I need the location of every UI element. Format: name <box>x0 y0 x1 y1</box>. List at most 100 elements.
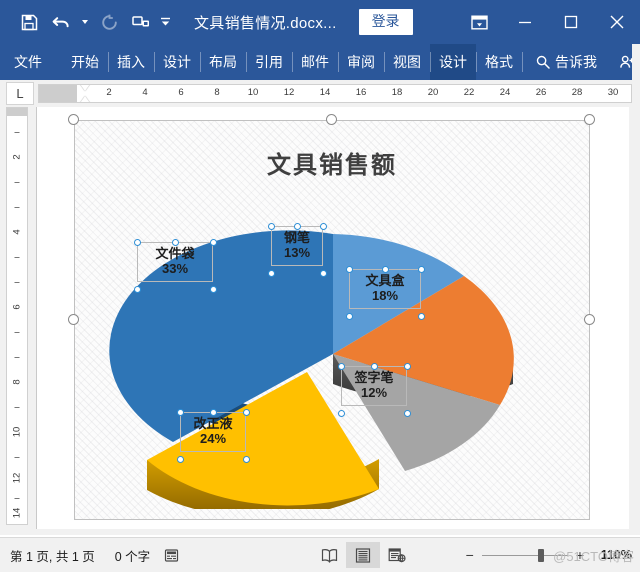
data-label-qianzibi[interactable]: 签字笔 12% <box>341 366 407 406</box>
ruler-tick: 18 <box>391 87 403 98</box>
tab-stop-selector[interactable]: L <box>6 82 34 105</box>
data-label-name: 签字笔 <box>354 370 394 385</box>
ruler-tick: 4 <box>142 87 148 98</box>
ribbon-right-edge <box>632 44 640 80</box>
data-label-value: 24% <box>199 431 227 447</box>
tab-chart-design[interactable]: 设计 <box>430 44 476 80</box>
ruler-tick: 28 <box>571 87 583 98</box>
title-bar: 文具销售情况.docx... 登录 <box>0 0 640 44</box>
close-icon[interactable] <box>594 0 640 44</box>
zoom-slider[interactable] <box>481 548 568 562</box>
touch-mouse-mode-icon[interactable] <box>126 7 156 37</box>
tab-view[interactable]: 视图 <box>384 44 430 80</box>
tab-format[interactable]: 格式 <box>476 44 522 80</box>
proofing-errors-icon[interactable] <box>164 548 179 563</box>
resize-handle-top-right[interactable] <box>584 114 595 125</box>
document-page[interactable]: 文具销售额 文件袋 33% 钢笔 13% 文具盒 18% 签字笔 12% 改正液… <box>36 107 629 529</box>
ruler-tick: 16 <box>355 87 367 98</box>
data-label-gangbi[interactable]: 钢笔 13% <box>271 226 323 266</box>
ruler-tick: 2 <box>106 87 112 98</box>
ruler-tick: 30 <box>607 87 619 98</box>
sign-in-button[interactable]: 登录 <box>358 9 413 35</box>
resize-handle-top-left[interactable] <box>68 114 79 125</box>
zoom-controls: − + 110% <box>464 538 632 572</box>
ruler-tick: 12 <box>283 87 295 98</box>
print-layout-icon[interactable] <box>346 542 380 568</box>
zoom-slider-thumb[interactable] <box>537 548 544 562</box>
web-layout-icon[interactable] <box>380 542 414 568</box>
ruler-tick: 14 <box>319 87 331 98</box>
resize-handle-middle-right[interactable] <box>584 314 595 325</box>
ruler-tick: 26 <box>535 87 547 98</box>
tab-home[interactable]: 开始 <box>62 44 108 80</box>
zoom-level[interactable]: 110% <box>592 548 632 562</box>
data-label-value: 13% <box>283 245 311 261</box>
vruler-tick: 8 <box>11 379 23 385</box>
first-line-indent-marker[interactable] <box>80 85 90 91</box>
vruler-tick: 2 <box>11 154 23 160</box>
status-bar: 第 1 页, 共 1 页 0 个字 − + 110% @51CTO博客 <box>0 537 640 572</box>
data-label-wenjuhe[interactable]: 文具盒 18% <box>349 269 421 309</box>
data-label-name: 钢笔 <box>283 230 310 245</box>
data-label-value: 33% <box>161 261 189 277</box>
chart-title[interactable]: 文具销售额 <box>75 145 589 180</box>
data-label-name: 文具盒 <box>365 273 405 288</box>
ribbon-tab-bar: 文件 开始 插入 设计 布局 引用 邮件 审阅 视图 设计 格式 告诉我 共享 <box>0 44 640 80</box>
tab-mailings[interactable]: 邮件 <box>292 44 338 80</box>
word-count[interactable]: 0 个字 <box>115 546 150 565</box>
ruler-tick: 24 <box>499 87 511 98</box>
resize-handle-middle-left[interactable] <box>68 314 79 325</box>
quick-access-toolbar <box>0 7 172 37</box>
read-mode-icon[interactable] <box>312 542 346 568</box>
horizontal-ruler[interactable]: 2 4 6 8 10 12 14 16 18 20 22 24 26 28 30 <box>38 84 632 103</box>
ruler-tick: 22 <box>463 87 475 98</box>
data-label-value: 18% <box>371 288 399 304</box>
tell-me-label: 告诉我 <box>555 54 597 70</box>
horizontal-ruler-row: L 2 4 6 8 10 12 14 16 18 20 22 24 26 28 … <box>0 80 640 107</box>
tab-file[interactable]: 文件 <box>0 44 52 80</box>
undo-dropdown-icon[interactable] <box>78 7 92 37</box>
top-margin-zone <box>7 108 27 116</box>
ruler-tick: 8 <box>214 87 220 98</box>
undo-icon[interactable] <box>46 7 76 37</box>
vruler-tick: 14 <box>11 507 23 519</box>
tab-design[interactable]: 设计 <box>154 44 200 80</box>
ruler-tick: 10 <box>247 87 259 98</box>
tab-insert[interactable]: 插入 <box>108 44 154 80</box>
data-label-value: 12% <box>360 385 388 401</box>
ruler-tick: 20 <box>427 87 439 98</box>
data-label-name: 文件袋 <box>155 246 195 261</box>
minimize-icon[interactable] <box>502 0 548 44</box>
tell-me-button[interactable]: 告诉我 <box>522 44 606 80</box>
vruler-tick: 4 <box>11 229 23 235</box>
chart-object[interactable]: 文具销售额 文件袋 33% 钢笔 13% 文具盒 18% 签字笔 12% 改正液… <box>74 120 590 520</box>
data-label-wenjiandai[interactable]: 文件袋 33% <box>137 242 213 282</box>
customize-qat-icon[interactable] <box>158 7 172 37</box>
view-mode-buttons <box>312 538 414 572</box>
vruler-tick: 6 <box>11 304 23 310</box>
tab-layout[interactable]: 布局 <box>200 44 246 80</box>
save-icon[interactable] <box>14 7 44 37</box>
vruler-tick: 10 <box>11 426 23 438</box>
document-body: 2 4 6 8 10 12 14 文具销售额 文件袋 33% 钢笔 13% 文具… <box>0 107 640 535</box>
search-icon <box>536 55 550 69</box>
vruler-tick: 12 <box>11 472 23 484</box>
tab-references[interactable]: 引用 <box>246 44 292 80</box>
word-window: 文具销售情况.docx... 登录 文件 开始 插入 设计 布局 引用 邮件 审… <box>0 0 640 572</box>
data-label-gaizhengye[interactable]: 改正液 24% <box>180 412 246 452</box>
zoom-out-button[interactable]: − <box>464 548 476 562</box>
data-label-name: 改正液 <box>193 416 233 431</box>
resize-handle-top-center[interactable] <box>326 114 337 125</box>
maximize-icon[interactable] <box>548 0 594 44</box>
page-count[interactable]: 第 1 页, 共 1 页 <box>10 546 95 565</box>
redo-icon[interactable] <box>94 7 124 37</box>
left-margin-zone <box>39 85 77 102</box>
ribbon-display-options-icon[interactable] <box>456 0 502 44</box>
hanging-indent-marker[interactable] <box>80 96 90 102</box>
document-title: 文具销售情况.docx... <box>194 14 337 32</box>
zoom-in-button[interactable]: + <box>574 548 586 562</box>
ruler-tick: 6 <box>178 87 184 98</box>
window-controls <box>456 0 640 44</box>
vertical-ruler[interactable]: 2 4 6 8 10 12 14 <box>6 107 28 525</box>
tab-review[interactable]: 审阅 <box>338 44 384 80</box>
